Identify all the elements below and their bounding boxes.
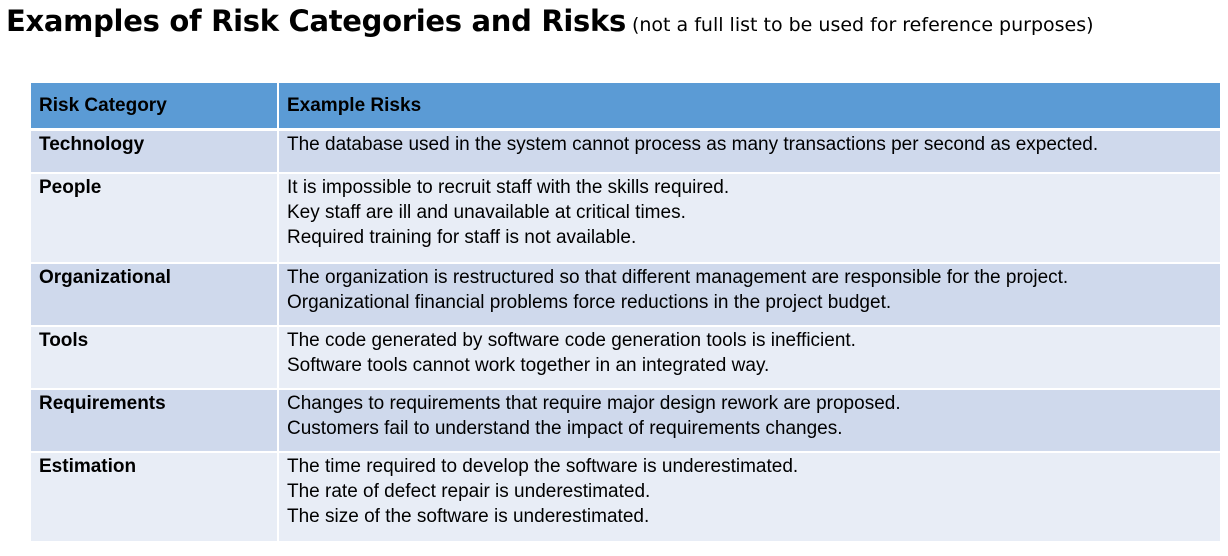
risk-item: The size of the software is underestimat… [287, 506, 650, 527]
example-risks-cell: The organization is restructured so that… [277, 263, 1220, 326]
risk-item: Software tools cannot work together in a… [287, 355, 770, 376]
risk-item: Changes to requirements that require maj… [287, 393, 901, 414]
risk-table: Risk Category Example Risks Technology T… [31, 83, 1220, 541]
risk-item: Customers fail to understand the impact … [287, 418, 843, 439]
example-risks-cell: Changes to requirements that require maj… [277, 389, 1220, 452]
risk-item: The organization is restructured so that… [287, 267, 1069, 288]
page-title: Examples of Risk Categories and Risks (no… [6, 4, 1094, 38]
table-row: Requirements Changes to requirements tha… [31, 389, 1220, 452]
example-risks-cell: The database used in the system cannot p… [277, 129, 1220, 173]
table-row: Technology The database used in the syst… [31, 129, 1220, 173]
table-row: Tools The code generated by software cod… [31, 326, 1220, 389]
risk-category-cell: Tools [31, 326, 278, 389]
table-row: People It is impossible to recruit staff… [31, 173, 1220, 263]
risk-item: The rate of defect repair is underestima… [287, 481, 651, 502]
risk-item: The database used in the system cannot p… [287, 134, 1099, 155]
example-risks-cell: It is impossible to recruit staff with t… [277, 173, 1220, 263]
risk-item: Organizational financial problems force … [287, 292, 892, 313]
risk-item: Required training for staff is not avail… [287, 227, 637, 248]
risk-category-cell: Technology [31, 129, 278, 173]
table-header-row: Risk Category Example Risks [31, 83, 1220, 130]
column-header-risk-category: Risk Category [31, 83, 278, 130]
risk-category-cell: People [31, 173, 278, 263]
page-subtitle: (not a full list to be used for referenc… [631, 14, 1094, 36]
risk-item: The code generated by software code gene… [287, 330, 856, 351]
table-row: Estimation The time required to develop … [31, 452, 1220, 541]
table-row: Organizational The organization is restr… [31, 263, 1220, 326]
column-header-example-risks: Example Risks [277, 83, 1220, 130]
risk-category-cell: Organizational [31, 263, 278, 326]
risk-category-cell: Requirements [31, 389, 278, 452]
page-title-main: Examples of Risk Categories and Risks [6, 4, 626, 38]
risk-item: The time required to develop the softwar… [287, 456, 799, 477]
example-risks-cell: The code generated by software code gene… [277, 326, 1220, 389]
risk-item: It is impossible to recruit staff with t… [287, 177, 730, 198]
risk-category-cell: Estimation [31, 452, 278, 541]
example-risks-cell: The time required to develop the softwar… [277, 452, 1220, 541]
risk-item: Key staff are ill and unavailable at cri… [287, 202, 686, 223]
